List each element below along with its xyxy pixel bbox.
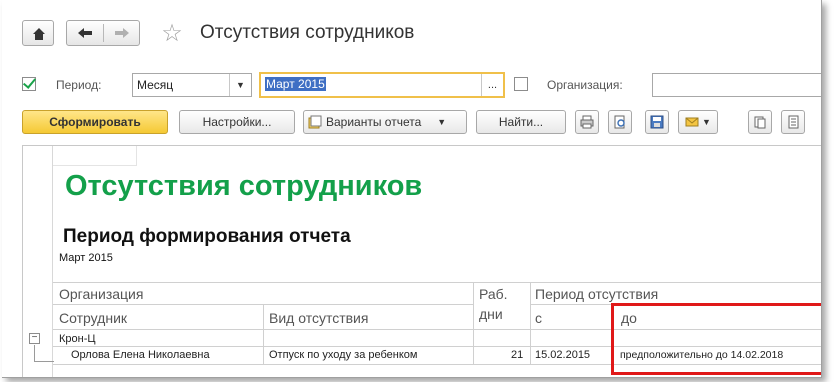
save-button[interactable]: [645, 110, 669, 134]
filter-row: Период: Месяц ▼ Март 2015 ... Организаци…: [2, 72, 821, 98]
col-header-from: с: [535, 310, 542, 326]
period-type-select[interactable]: Месяц ▼: [132, 73, 252, 97]
period-type-value: Месяц: [137, 78, 174, 92]
row-absence-type: Отпуск по уходу за ребенком: [269, 349, 418, 361]
window-title: Отсутствия сотрудников: [200, 22, 415, 43]
printer-icon: [580, 115, 594, 129]
report-spreadsheet[interactable]: Отсутствия сотрудников Период формирован…: [22, 145, 821, 377]
collapse-group-icon[interactable]: −: [29, 333, 40, 344]
organization-field[interactable]: [652, 73, 821, 97]
col-header-work-days-line2: дни: [479, 306, 503, 322]
col-header-work-days-line1: Раб.: [479, 286, 508, 302]
home-button[interactable]: [22, 20, 54, 46]
print-preview-icon: [614, 115, 625, 129]
chevron-down-icon: ▼: [702, 117, 711, 127]
chevron-down-icon: ▼: [437, 117, 447, 127]
group-name: Крон-Ц: [59, 333, 96, 345]
col-header-absence-period: Период отсутствия: [535, 286, 659, 302]
back-arrow-icon[interactable]: [67, 21, 103, 47]
chevron-down-icon[interactable]: ▼: [229, 74, 251, 96]
preview-button[interactable]: [608, 110, 632, 134]
generate-button[interactable]: Сформировать: [22, 110, 168, 134]
document-list-icon: [788, 115, 799, 129]
col-divider-3: [530, 282, 531, 364]
group-tree-line: [34, 345, 35, 361]
settings-button[interactable]: Настройки...: [179, 110, 295, 134]
period-value-text: Март 2015: [265, 77, 326, 91]
report-period-heading: Период формирования отчета: [63, 226, 351, 247]
period-select-button[interactable]: ...: [481, 74, 503, 96]
period-checkbox[interactable]: [22, 77, 36, 91]
report-period-value: Март 2015: [59, 252, 113, 264]
report-variants-label: Варианты отчета: [326, 115, 422, 129]
paste-button[interactable]: [781, 110, 805, 134]
organization-checkbox[interactable]: [514, 77, 528, 91]
row-employee: Орлова Елена Николаевна: [71, 349, 210, 361]
copy-document-icon: [754, 116, 766, 129]
period-label: Период:: [56, 78, 102, 92]
group-tree-line-end: [34, 361, 54, 362]
col-header-employee: Сотрудник: [59, 310, 128, 326]
report-title: Отсутствия сотрудников: [65, 170, 423, 202]
title-bar: ☆ Отсутствия сотрудников: [2, 0, 821, 62]
spreadsheet-cell-marker: [53, 146, 137, 166]
favorite-star-icon[interactable]: ☆: [159, 20, 185, 47]
navigation-buttons: [66, 20, 140, 46]
report-window: ☆ Отсутствия сотрудников Период: Месяц ▼…: [2, 0, 822, 378]
print-button[interactable]: [575, 110, 599, 134]
col-divider-2: [473, 282, 474, 364]
report-variants-button[interactable]: Варианты отчета ▼: [303, 110, 467, 134]
col-header-absence-type: Вид отсутствия: [269, 310, 369, 326]
forward-arrow-icon[interactable]: [104, 21, 140, 47]
home-icon: [33, 28, 45, 40]
header-top-border: [53, 282, 821, 283]
col-header-organization: Организация: [59, 286, 144, 302]
period-value-field[interactable]: Март 2015 ...: [259, 72, 505, 98]
find-button[interactable]: Найти...: [476, 110, 566, 134]
col-divider-1: [263, 304, 264, 364]
row-work-days: 21: [511, 349, 524, 361]
report-variants-icon: [308, 115, 322, 129]
row-from-date: 15.02.2015: [535, 349, 591, 361]
floppy-disk-icon: [650, 115, 664, 129]
envelope-icon: [685, 117, 699, 127]
copy-button[interactable]: [748, 110, 772, 134]
send-email-button[interactable]: ▼: [678, 110, 718, 134]
organization-label: Организация:: [547, 78, 623, 92]
highlight-annotation-box: [611, 303, 821, 375]
command-toolbar: Сформировать Настройки... Варианты отчет…: [2, 110, 821, 138]
